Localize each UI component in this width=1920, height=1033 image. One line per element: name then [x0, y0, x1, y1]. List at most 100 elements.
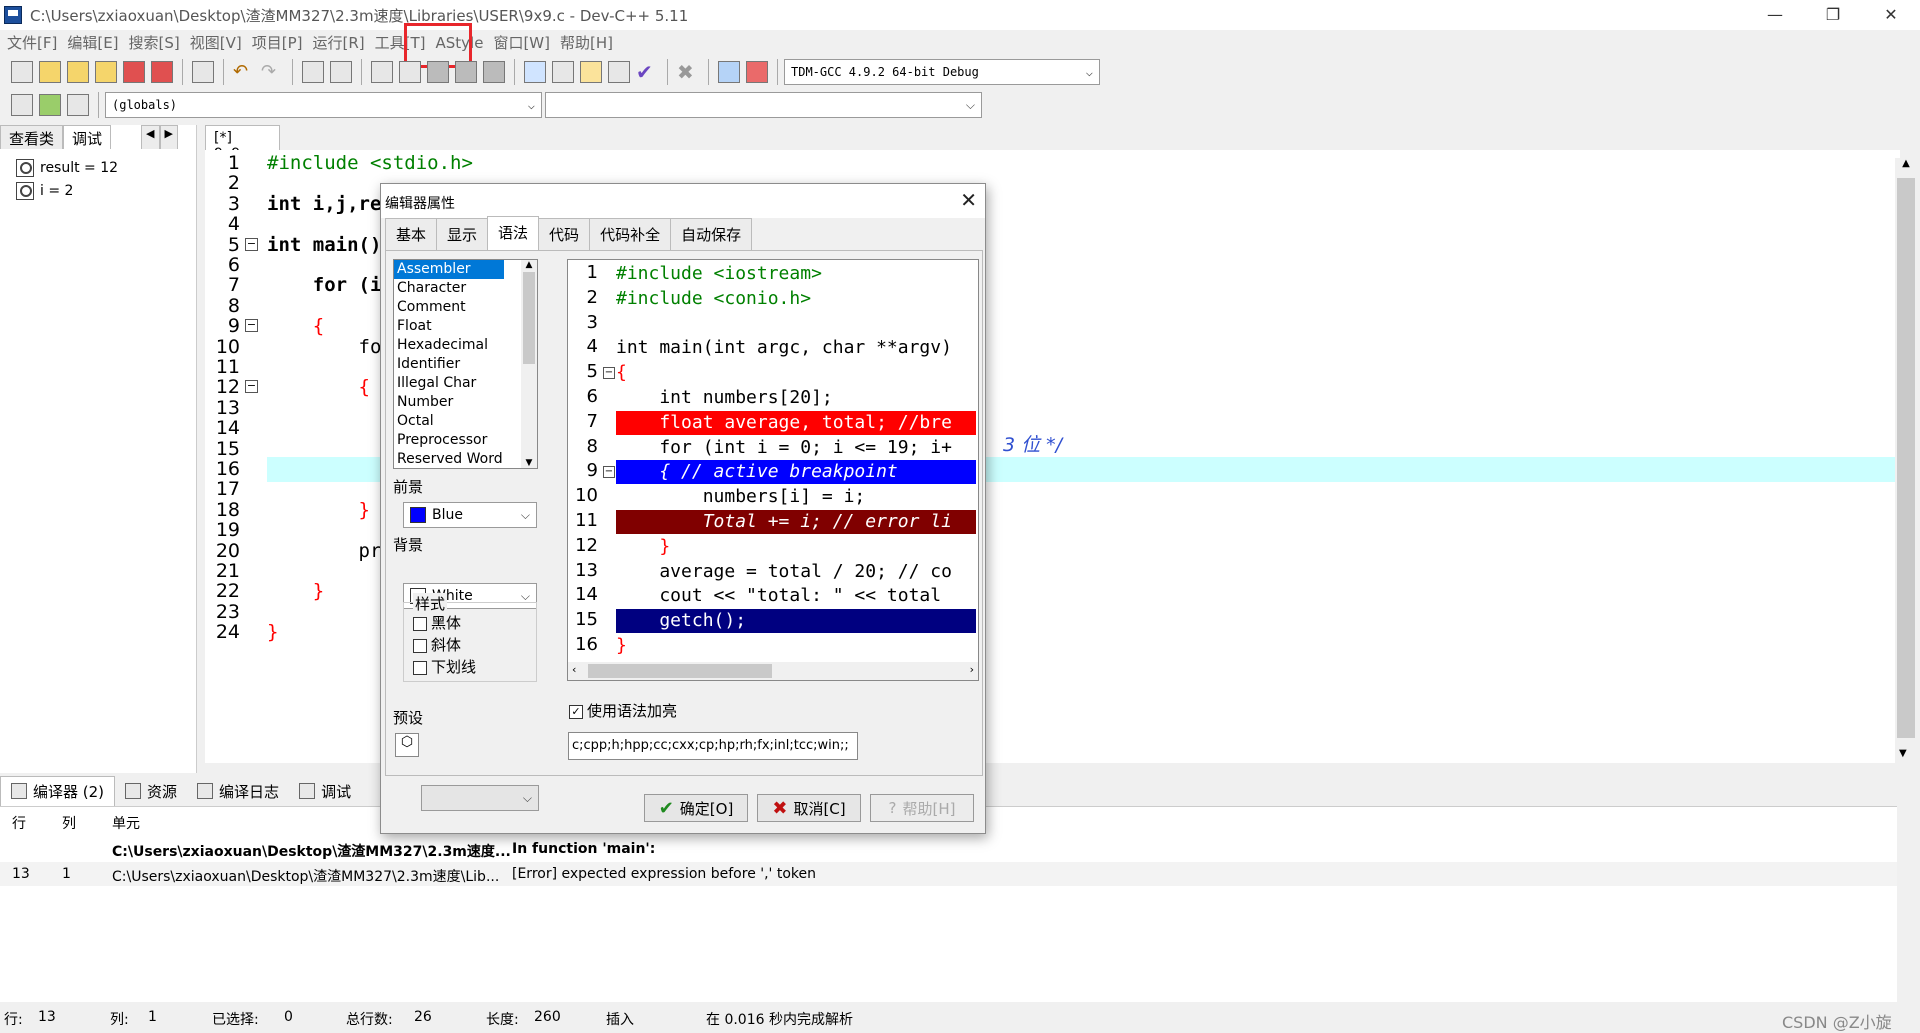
profile-chart-icon[interactable]	[718, 60, 740, 83]
preset-apply-icon[interactable]: ⬡	[395, 733, 419, 757]
tab-scroll-right-icon[interactable]: ▶	[159, 125, 178, 149]
compile-icon[interactable]	[524, 60, 546, 83]
menu-file[interactable]: 文件[F]	[7, 32, 57, 53]
extensions-input[interactable]: c;cpp;h;hpp;cc;cxx;cp;hp;rh;fx;inl;tcc;w…	[568, 732, 858, 760]
tab-autosave[interactable]: 自动保存	[670, 218, 753, 251]
print-icon[interactable]	[192, 60, 214, 83]
rebuild-all-icon[interactable]	[608, 60, 630, 83]
stop-execution-icon[interactable]: ✖	[677, 61, 699, 83]
tab-code[interactable]: 代码	[538, 218, 591, 251]
preset-select[interactable]: ⌵	[421, 785, 539, 811]
tab-compiler[interactable]: 编译器 (2)	[0, 775, 116, 807]
menu-view[interactable]: 视图[V]	[190, 32, 242, 53]
list-item[interactable]: Octal	[394, 412, 504, 431]
scroll-right-icon[interactable]: ›	[970, 663, 974, 676]
toggle-bookmark-icon[interactable]	[427, 60, 449, 83]
scroll-up-icon[interactable]: ▲	[521, 260, 537, 270]
new-file-icon[interactable]	[11, 60, 33, 83]
close-all-icon[interactable]	[151, 60, 173, 83]
fold-toggle-icon[interactable]: −	[603, 367, 615, 380]
menu-help[interactable]: 帮助[H]	[560, 32, 613, 53]
syntax-element-list[interactable]: Assembler Character Comment Float Hexadecima…	[393, 259, 538, 469]
tab-display[interactable]: 显示	[436, 218, 489, 251]
scroll-up-icon[interactable]: ▲	[1895, 158, 1917, 169]
editor-scroll-thumb[interactable]	[1897, 178, 1915, 738]
list-item[interactable]: Character	[394, 279, 504, 298]
minimize-button[interactable]: —	[1746, 0, 1804, 30]
list-item[interactable]: Number	[394, 393, 504, 412]
member-select[interactable]: ⌵	[545, 91, 982, 118]
find-icon[interactable]	[302, 60, 324, 83]
tab-completion[interactable]: 代码补全	[589, 218, 672, 251]
list-scrollbar[interactable]: ▲ ▼	[521, 260, 537, 468]
fold-toggle-icon[interactable]: −	[245, 319, 258, 333]
list-item[interactable]: Hexadecimal	[394, 336, 504, 355]
list-item[interactable]: Reserved Word	[394, 450, 504, 469]
scroll-down-icon[interactable]: ▼	[1899, 748, 1907, 759]
menu-edit[interactable]: 编辑[E]	[67, 32, 118, 53]
dialog-close-icon[interactable]: ✕	[960, 188, 977, 212]
tab-debug[interactable]: 调试	[63, 125, 112, 149]
delete-profile-icon[interactable]	[746, 60, 768, 83]
fold-toggle-icon[interactable]: −	[603, 466, 615, 479]
table-row[interactable]: 13 1 C:\Users\zxiaoxuan\Desktop\渣渣MM327\…	[0, 862, 1897, 886]
tab-resources[interactable]: 资源	[115, 777, 187, 806]
tab-syntax[interactable]: 语法	[487, 216, 540, 251]
indent-icon[interactable]	[371, 60, 393, 83]
watch-item[interactable]: i = 2	[16, 179, 191, 202]
save-icon[interactable]	[67, 60, 89, 83]
tab-scroll-left-icon[interactable]: ◀	[141, 125, 160, 149]
redo-icon[interactable]: ↷	[261, 61, 283, 83]
list-item[interactable]: Assembler	[394, 260, 504, 279]
list-item[interactable]: Comment	[394, 298, 504, 317]
tab-debug-output[interactable]: 调试	[289, 777, 361, 806]
tab-compile-log[interactable]: 编译日志	[187, 777, 289, 806]
tab-basic[interactable]: 基本	[385, 218, 438, 251]
ok-button[interactable]: ✔ 确定[O]	[644, 794, 748, 822]
underline-checkbox[interactable]: 下划线	[413, 656, 476, 677]
menu-project[interactable]: 项目[P]	[252, 32, 303, 53]
undo-icon[interactable]: ↶	[233, 61, 255, 83]
preview-horizontal-scrollbar[interactable]: ‹ ›	[568, 662, 978, 680]
goto-bookmark-icon[interactable]	[455, 60, 477, 83]
fold-toggle-icon[interactable]: −	[245, 380, 258, 394]
tab-class-view[interactable]: 查看类	[0, 125, 64, 149]
check-icon: ✔	[658, 797, 674, 819]
list-item[interactable]: Identifier	[394, 355, 504, 374]
scroll-down-icon[interactable]: ▼	[521, 458, 537, 468]
syntax-check-icon[interactable]: ✔	[636, 61, 658, 83]
save-all-icon[interactable]	[95, 60, 117, 83]
compile-run-icon[interactable]	[580, 60, 602, 83]
foreground-color-select[interactable]: Blue ⌵	[403, 502, 537, 528]
scope-select[interactable]: (globals) ⌵	[105, 91, 542, 118]
use-syntax-checkbox[interactable]: ✓ 使用语法加亮	[569, 700, 677, 721]
fold-toggle-icon[interactable]: −	[245, 237, 258, 251]
insert-icon[interactable]	[11, 93, 33, 116]
editor-tab-9x9[interactable]: [*] 9x9.c	[205, 125, 280, 162]
italic-checkbox[interactable]: 斜体	[413, 634, 461, 655]
list-item[interactable]: Illegal Char	[394, 374, 504, 393]
close-file-icon[interactable]	[123, 60, 145, 83]
scroll-left-icon[interactable]: ‹	[572, 663, 576, 676]
menu-window[interactable]: 窗口[W]	[493, 32, 550, 53]
watch-item[interactable]: result = 12	[16, 156, 191, 179]
replace-icon[interactable]	[330, 60, 352, 83]
list-item[interactable]: Preprocessor	[394, 431, 504, 450]
preview-scroll-thumb[interactable]	[588, 664, 772, 678]
cancel-button[interactable]: ✖ 取消[C]	[757, 794, 861, 822]
comment-icon[interactable]	[483, 60, 505, 83]
compiler-select[interactable]: TDM-GCC 4.9.2 64-bit Debug ⌵	[784, 58, 1100, 85]
list-scroll-thumb[interactable]	[523, 272, 535, 364]
run-icon[interactable]	[552, 60, 574, 83]
menu-search[interactable]: 搜索[S]	[129, 32, 180, 53]
restore-button[interactable]: ❐	[1804, 0, 1862, 30]
open-file-icon[interactable]	[39, 60, 61, 83]
unindent-icon[interactable]	[399, 60, 421, 83]
close-button[interactable]: ✕	[1862, 0, 1920, 30]
menu-run[interactable]: 运行[R]	[312, 32, 364, 53]
goto-declaration-icon[interactable]	[39, 93, 61, 116]
table-row[interactable]: C:\Users\zxiaoxuan\Desktop\渣渣MM327\2.3m速…	[0, 837, 1897, 861]
list-item[interactable]: Float	[394, 317, 504, 336]
toggle-icon[interactable]	[67, 93, 89, 116]
bold-checkbox[interactable]: 黑体	[413, 612, 461, 633]
